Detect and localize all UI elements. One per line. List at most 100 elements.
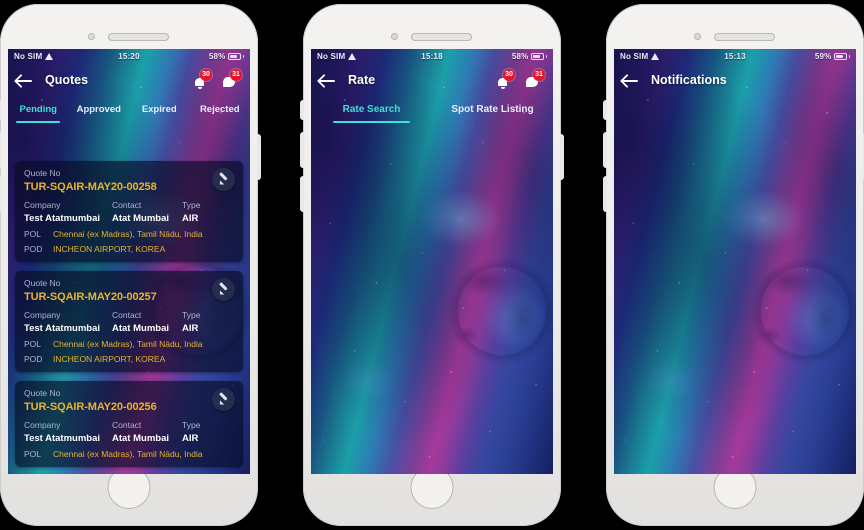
quote-card[interactable]: Quote No TUR-SQAIR-MAY20-00257 Company C… — [15, 271, 243, 372]
contact-value: Atat Mumbai — [112, 433, 169, 444]
screen-notifications: No SIM 15:13 59% Notifications Message: — [614, 49, 856, 474]
pol-value: Chennai (ex Madras), Tamil Nādu, India — [53, 229, 203, 239]
page-title: Rate — [348, 73, 376, 87]
quote-column-headers: Company Contact Type — [24, 200, 234, 210]
status-bar-right: 58% — [512, 52, 547, 61]
pod-row: POD INCHEON AIRPORT, KOREA — [24, 244, 234, 254]
battery-percent-label: 58% — [511, 52, 529, 61]
company-label: Company — [24, 200, 61, 210]
nav-bar-quotes: Quotes 30 31 — [8, 64, 250, 96]
back-arrow-icon[interactable] — [622, 74, 639, 87]
quote-no-label: Quote No — [24, 388, 61, 398]
contact-label: Contact — [112, 200, 142, 210]
quotes-tab-bar: Pending Approved Expired Rejected — [8, 96, 250, 123]
mute-switch[interactable] — [300, 100, 304, 120]
messages-button[interactable]: 31 — [221, 68, 242, 89]
nav-actions: 30 31 — [191, 68, 242, 89]
pol-label: POL — [24, 449, 42, 459]
nav-actions: 30 31 — [494, 68, 545, 89]
back-arrow-icon[interactable] — [16, 74, 33, 87]
screen-quotes: No SIM 15:20 58% Quotes 30 31 Pending Ap… — [8, 49, 250, 474]
volume-down-button[interactable] — [0, 176, 1, 212]
type-value: AIR — [182, 323, 199, 334]
pol-row: POL Chennai (ex Madras), Tamil Nādu, Ind… — [24, 339, 234, 349]
front-camera-icon — [88, 33, 95, 40]
quote-column-headers: Company Contact Type — [24, 310, 234, 320]
page-title: Notifications — [651, 73, 727, 87]
contact-value: Atat Mumbai — [112, 323, 169, 334]
bell-badge-count: 30 — [200, 68, 212, 81]
mute-switch[interactable] — [603, 100, 607, 120]
type-value: AIR — [182, 213, 199, 224]
nav-bar-rate: Rate 30 31 — [311, 64, 553, 96]
pol-value: Chennai (ex Madras), Tamil Nādu, India — [53, 449, 203, 459]
battery-cap-icon — [848, 55, 850, 58]
status-bar-right: 58% — [209, 52, 244, 61]
front-camera-icon — [694, 33, 701, 40]
pod-value: INCHEON AIRPORT, KOREA — [53, 354, 166, 364]
quote-column-values: Test Atatmumbai Atat Mumbai AIR — [24, 323, 234, 334]
notifications-bell-button[interactable]: 30 — [191, 68, 212, 89]
tab-approved[interactable]: Approved — [69, 96, 130, 123]
messages-button[interactable]: 31 — [524, 68, 545, 89]
battery-icon — [530, 53, 544, 60]
volume-down-button[interactable] — [603, 176, 607, 212]
company-value: Test Atatmumbai — [24, 213, 101, 224]
back-arrow-icon[interactable] — [319, 74, 336, 87]
earpiece-speaker — [108, 33, 169, 41]
pol-label: POL — [24, 229, 42, 239]
earpiece-speaker — [411, 33, 472, 41]
edit-quote-button[interactable] — [212, 168, 235, 191]
quote-card[interactable]: Quote No TUR-SQAIR-MAY20-00256 Company C… — [15, 381, 243, 467]
battery-cap-icon — [545, 55, 547, 58]
battery-icon — [833, 53, 847, 60]
phone-device-rate: No SIM 15:18 58% Rate 30 31 Rate Search … — [300, 4, 564, 526]
volume-up-button[interactable] — [603, 132, 607, 168]
tab-rate-search[interactable]: Rate Search — [311, 96, 432, 123]
type-label: Type — [182, 310, 201, 320]
edit-quote-button[interactable] — [212, 388, 235, 411]
quote-column-headers: Company Contact Type — [24, 420, 234, 430]
type-label: Type — [182, 200, 201, 210]
phone-device-quotes: No SIM 15:20 58% Quotes 30 31 Pending Ap… — [0, 4, 261, 526]
pod-label: POD — [24, 354, 43, 364]
pencil-icon — [218, 284, 229, 295]
pencil-icon — [218, 394, 229, 405]
pol-row: POL Chennai (ex Madras), Tamil Nādu, Ind… — [24, 229, 234, 239]
quote-no-label: Quote No — [24, 278, 61, 288]
pod-row: POD INCHEON AIRPORT, KOREA — [24, 354, 234, 364]
power-button[interactable] — [560, 134, 564, 180]
company-label: Company — [24, 310, 61, 320]
tab-rejected[interactable]: Rejected — [190, 96, 251, 123]
contact-label: Contact — [112, 420, 142, 430]
type-label: Type — [182, 420, 201, 430]
rate-tab-bar: Rate Search Spot Rate Listing — [311, 96, 553, 123]
company-value: Test Atatmumbai — [24, 323, 101, 334]
volume-up-button[interactable] — [300, 132, 304, 168]
pol-label: POL — [24, 339, 42, 349]
notifications-bell-button[interactable]: 30 — [494, 68, 515, 89]
quote-card[interactable]: Quote No TUR-SQAIR-MAY20-00258 Company C… — [15, 161, 243, 262]
battery-percent-label: 59% — [814, 52, 832, 61]
mute-switch[interactable] — [0, 100, 1, 120]
tab-pending[interactable]: Pending — [8, 96, 69, 123]
edit-quote-button[interactable] — [212, 278, 235, 301]
front-camera-icon — [391, 33, 398, 40]
chat-badge-count: 31 — [230, 68, 242, 81]
chat-badge-count: 31 — [533, 68, 545, 81]
volume-down-button[interactable] — [300, 176, 304, 212]
status-bar: No SIM 15:13 59% — [614, 49, 856, 64]
page-title: Quotes — [45, 73, 89, 87]
quote-no-label: Quote No — [24, 168, 61, 178]
quote-column-values: Test Atatmumbai Atat Mumbai AIR — [24, 213, 234, 224]
contact-label: Contact — [112, 310, 142, 320]
screen-rate: No SIM 15:18 58% Rate 30 31 Rate Search … — [311, 49, 553, 474]
status-bar-right: 59% — [815, 52, 850, 61]
earpiece-speaker — [714, 33, 775, 41]
pol-row: POL Chennai (ex Madras), Tamil Nādu, Ind… — [24, 449, 234, 459]
volume-up-button[interactable] — [0, 132, 1, 168]
tab-expired[interactable]: Expired — [129, 96, 190, 123]
bell-badge-count: 30 — [503, 68, 515, 81]
power-button[interactable] — [257, 134, 261, 180]
tab-spot-rate-listing[interactable]: Spot Rate Listing — [432, 96, 553, 123]
